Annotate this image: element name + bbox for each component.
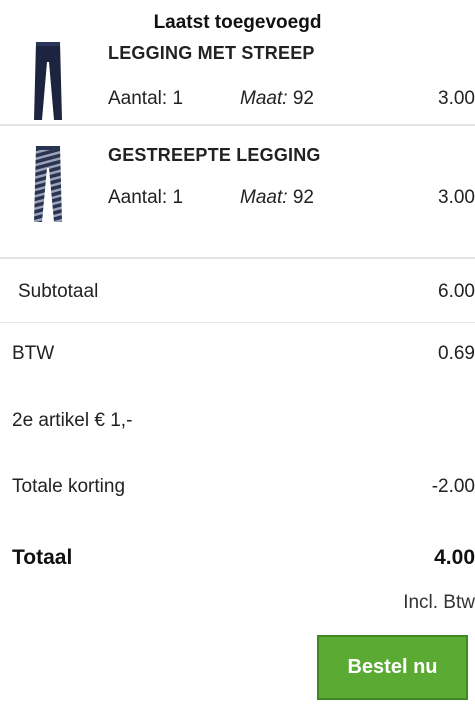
- item-size: Maat: 92: [240, 187, 314, 209]
- promo-label: 2e artikel € 1,-: [12, 410, 133, 431]
- item-quantity: Aantal: 1: [108, 187, 183, 209]
- item-quantity: Aantal: 1: [108, 88, 183, 110]
- divider: [0, 257, 475, 259]
- item-size: Maat: 92: [240, 88, 314, 110]
- navy-legging-icon: [34, 42, 62, 120]
- recently-added-heading: Laatst toegevoegd: [153, 12, 322, 33]
- vat-label: BTW: [12, 343, 55, 364]
- size-value: 92: [292, 88, 314, 109]
- incl-vat-note: Incl. Btw: [403, 592, 475, 613]
- subtotal-label: Subtotaal: [18, 281, 99, 302]
- item-price: 3.00: [438, 187, 475, 208]
- order-now-button[interactable]: Bestel nu: [317, 635, 468, 700]
- quantity-value: 1: [172, 88, 184, 109]
- discount-value: -2.00: [431, 476, 475, 497]
- order-now-label: Bestel nu: [347, 656, 438, 678]
- striped-legging-icon: [34, 146, 62, 222]
- quantity-value: 1: [172, 187, 184, 208]
- item-title[interactable]: LEGGING MET STREEP: [108, 43, 315, 64]
- subtotal-value: 6.00: [438, 281, 475, 302]
- divider: [0, 322, 475, 323]
- total-value: 4.00: [434, 546, 475, 569]
- size-label: Maat:: [240, 88, 288, 109]
- quantity-label: Aantal:: [108, 88, 168, 109]
- size-label: Maat:: [240, 187, 288, 208]
- size-value: 92: [292, 187, 314, 208]
- item-price: 3.00: [438, 88, 475, 109]
- item-title[interactable]: GESTREEPTE LEGGING: [108, 145, 321, 166]
- divider: [0, 124, 475, 126]
- vat-value: 0.69: [438, 343, 475, 364]
- discount-label: Totale korting: [12, 476, 126, 497]
- total-label: Totaal: [12, 546, 73, 569]
- quantity-label: Aantal:: [108, 187, 168, 208]
